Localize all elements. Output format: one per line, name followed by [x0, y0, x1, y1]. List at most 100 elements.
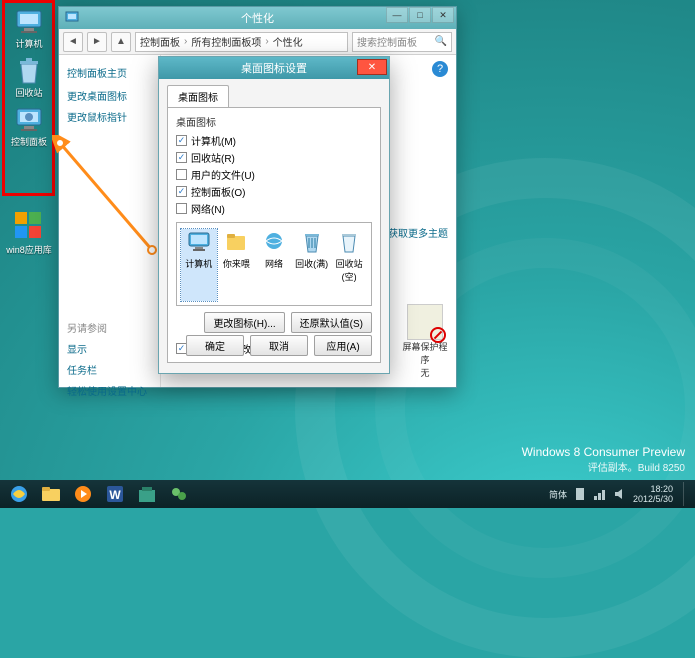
icon-item-4[interactable]: 回收站(空) — [331, 229, 367, 301]
system-tray: 简体 18:20 2012/5/30 — [549, 482, 691, 506]
breadcrumb-item: 所有控制面板项 — [191, 34, 261, 49]
desktop-icon-win8-apps[interactable]: win8应用库 — [6, 210, 52, 256]
minimize-button[interactable]: — — [386, 7, 408, 23]
checkbox-0[interactable]: ✓ 计算机(M) — [176, 133, 274, 148]
checkbox-label: 用户的文件(U) — [191, 167, 255, 182]
watermark-line2: 评估副本。Build 8250 — [522, 459, 685, 474]
nav-home[interactable]: 控制面板主页 — [67, 65, 152, 80]
see-also-display[interactable]: 显示 — [67, 341, 152, 356]
taskbar-explorer[interactable] — [36, 482, 66, 506]
icon-glyph — [299, 229, 325, 255]
taskbar-messenger[interactable] — [164, 482, 194, 506]
clock[interactable]: 18:20 2012/5/30 — [633, 484, 673, 504]
dialog-titlebar[interactable]: 桌面图标设置 ✕ — [159, 57, 389, 79]
icon-item-2[interactable]: 网络 — [256, 229, 292, 301]
no-icon — [430, 327, 446, 343]
tab-panel: 桌面图标 ✓ 计算机(M) ✓ 回收站(R) 用户的文件(U) ✓ 控制面板(O) 网络(N)… — [167, 107, 381, 363]
tab-strip: 桌面图标 — [167, 85, 381, 107]
nav-change-mouse-pointer[interactable]: 更改鼠标指针 — [67, 109, 152, 124]
taskbar-media-player[interactable] — [68, 482, 98, 506]
icon-preview-list: 计算机你来喂网络回收(满)回收站(空) — [176, 222, 372, 306]
screensaver-label: 屏幕保护程序 — [402, 340, 448, 366]
toolbar: ◄ ► ▲ 控制面板 › 所有控制面板项 › 个性化 搜索控制面板 🔍 — [59, 29, 456, 55]
apply-button[interactable]: 应用(A) — [314, 335, 372, 356]
help-icon[interactable]: ? — [432, 61, 448, 77]
taskbar-word[interactable]: W — [100, 482, 130, 506]
screensaver-value: 无 — [402, 366, 448, 379]
checkbox-label: 控制面板(O) — [191, 184, 245, 199]
tab-desktop-icons[interactable]: 桌面图标 — [167, 85, 229, 107]
close-button[interactable]: ✕ — [432, 7, 454, 23]
icon-glyph — [186, 229, 212, 255]
icon-label: 回收(满) — [294, 257, 330, 270]
screensaver-tile[interactable]: 屏幕保护程序 无 — [402, 304, 448, 379]
clock-time: 18:20 — [633, 484, 673, 494]
volume-icon[interactable] — [613, 487, 627, 501]
cancel-button[interactable]: 取消 — [250, 335, 308, 356]
screensaver-preview — [407, 304, 443, 340]
up-button[interactable]: ▲ — [111, 32, 131, 52]
checkbox-1[interactable]: ✓ 回收站(R) — [176, 150, 274, 165]
window-title: 个性化 — [241, 10, 274, 26]
watermark-line1: Windows 8 Consumer Preview — [522, 445, 685, 459]
see-also-taskbar[interactable]: 任务栏 — [67, 362, 152, 377]
desktop-icon-label: win8应用库 — [6, 243, 52, 256]
checkbox-icon: ✓ — [176, 152, 187, 163]
search-icon: 🔍 — [435, 36, 447, 47]
group-label: 桌面图标 — [176, 114, 372, 129]
icon-item-3[interactable]: 回收(满) — [294, 229, 330, 301]
network-icon[interactable] — [593, 487, 607, 501]
chevron-right-icon: › — [184, 36, 187, 47]
search-input[interactable]: 搜索控制面板 🔍 — [352, 32, 452, 52]
control-panel-icon — [65, 11, 79, 25]
icon-item-0[interactable]: 计算机 — [181, 229, 217, 301]
icon-glyph — [261, 229, 287, 255]
forward-button[interactable]: ► — [87, 32, 107, 52]
checkbox-icon: ✓ — [176, 135, 187, 146]
clock-date: 2012/5/30 — [633, 494, 673, 504]
ok-button[interactable]: 确定 — [186, 335, 244, 356]
dialog-title: 桌面图标设置 — [241, 60, 307, 76]
taskbar-ie[interactable] — [4, 482, 34, 506]
left-nav: 控制面板主页 更改桌面图标 更改鼠标指针 另请参阅 显示 任务栏 轻松使用设置中… — [59, 55, 161, 387]
back-button[interactable]: ◄ — [63, 32, 83, 52]
taskbar: W 简体 18:20 2012/5/30 — [0, 480, 695, 508]
checkbox-label: 回收站(R) — [191, 150, 235, 165]
search-placeholder: 搜索控制面板 — [357, 34, 417, 49]
checkbox-icon — [176, 203, 187, 214]
icon-label: 网络 — [256, 257, 292, 270]
see-also-ease-of-access[interactable]: 轻松使用设置中心 — [67, 383, 152, 398]
win8-app-icon — [13, 210, 45, 242]
checkbox-4[interactable]: 网络(N) — [176, 201, 274, 216]
breadcrumb-root: 控制面板 — [140, 34, 180, 49]
ime-indicator[interactable]: 简体 — [549, 488, 567, 501]
maximize-button[interactable]: □ — [409, 7, 431, 23]
checkbox-3[interactable]: ✓ 控制面板(O) — [176, 184, 274, 199]
close-button[interactable]: ✕ — [357, 59, 387, 75]
window-titlebar[interactable]: 个性化 — □ ✕ — [59, 7, 456, 29]
icon-label: 计算机 — [181, 257, 217, 270]
action-center-icon[interactable] — [573, 487, 587, 501]
change-icon-button[interactable]: 更改图标(H)... — [204, 312, 284, 333]
icon-glyph — [336, 229, 362, 255]
chevron-right-icon: › — [265, 36, 268, 47]
icon-glyph — [223, 229, 249, 255]
breadcrumb-leaf: 个性化 — [273, 34, 303, 49]
desktop-icon-settings-dialog: 桌面图标设置 ✕ 桌面图标 桌面图标 ✓ 计算机(M) ✓ 回收站(R) 用户的文件(U… — [158, 56, 390, 374]
icon-label: 回收站(空) — [331, 257, 367, 283]
checkbox-icon: ✓ — [176, 186, 187, 197]
nav-change-desktop-icons[interactable]: 更改桌面图标 — [67, 88, 152, 103]
svg-text:W: W — [109, 488, 121, 502]
annotation-highlight-box — [2, 0, 55, 196]
see-also-header: 另请参阅 — [67, 320, 152, 335]
restore-defaults-button[interactable]: 还原默认值(S) — [291, 312, 372, 333]
windows-watermark: Windows 8 Consumer Preview 评估副本。Build 82… — [522, 445, 685, 474]
icon-item-1[interactable]: 你来喂 — [219, 229, 255, 301]
checkbox-2[interactable]: 用户的文件(U) — [176, 167, 274, 182]
checkbox-icon — [176, 169, 187, 180]
taskbar-store[interactable] — [132, 482, 162, 506]
checkbox-label: 计算机(M) — [191, 133, 236, 148]
show-desktop-button[interactable] — [683, 482, 691, 506]
breadcrumb[interactable]: 控制面板 › 所有控制面板项 › 个性化 — [135, 32, 348, 52]
icon-label: 你来喂 — [219, 257, 255, 270]
